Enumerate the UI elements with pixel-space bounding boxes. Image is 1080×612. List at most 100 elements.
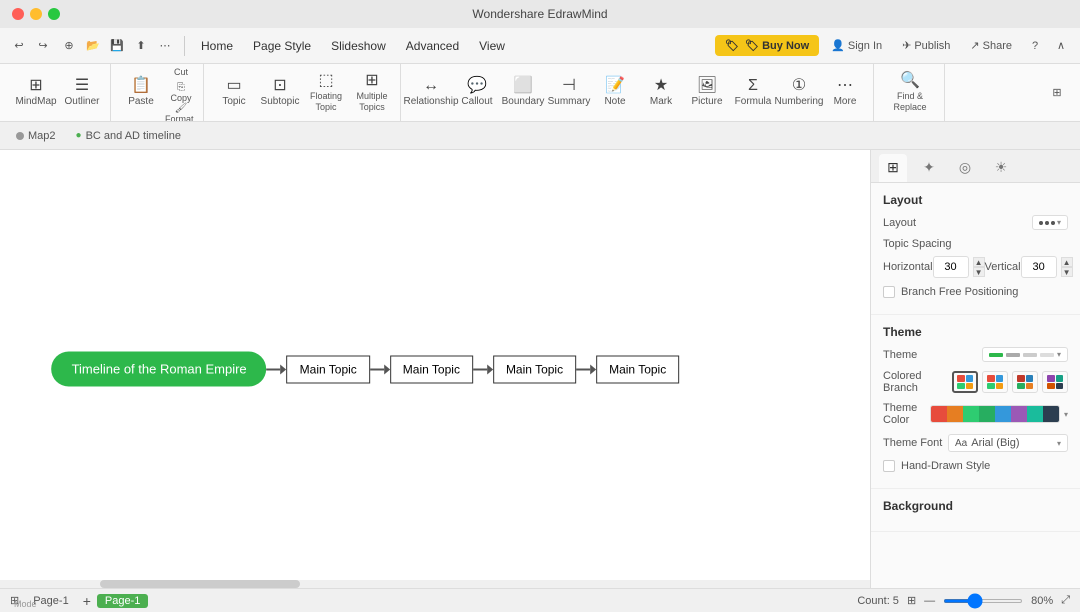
horizontal-down[interactable]: ▼ [973,267,985,277]
tab-dot-map2 [16,132,24,140]
note-button[interactable]: 📝 Note [593,68,637,118]
connector-1 [267,364,287,374]
horizontal-input[interactable] [933,256,969,278]
vertical-label: Vertical [985,261,1021,273]
new-button[interactable]: ⊕ [58,35,80,57]
vertical-up[interactable]: ▲ [1061,257,1073,267]
topic-node-1[interactable]: Main Topic [287,355,370,383]
expand-icon[interactable]: ⤢ [1061,594,1070,607]
panel-toggle-button[interactable]: ⊞ [1046,82,1068,104]
cb-option-4[interactable] [1042,371,1068,393]
theme-dot-gray2 [1023,353,1037,357]
format-painter-button[interactable]: 🖌 Format Painter [165,107,197,123]
spacing-row: Horizontal ▲ ▼ Vertical ▲ ▼ [883,256,1068,278]
layout-dots-control[interactable]: ▾ [1032,215,1068,230]
menu-slideshow[interactable]: Slideshow [323,35,394,57]
toolbar: ⊞ MindMap ☰ Outliner Mode 📋 Paste ✂ Cut … [0,64,1080,122]
open-button[interactable]: 📂 [82,35,104,57]
horizontal-up[interactable]: ▲ [973,257,985,267]
export-button[interactable]: ⬆ [130,35,152,57]
cb-option-3[interactable] [1012,371,1038,393]
save-button[interactable]: 💾 [106,35,128,57]
branch-free-row: Branch Free Positioning [883,286,1068,298]
numbering-button[interactable]: ① Numbering [777,68,821,118]
colored-branch-options [952,371,1068,393]
theme-dot-green [989,353,1003,357]
zoom-slider[interactable] [943,599,1023,603]
boundary-icon: ⬜ [513,78,533,94]
mode-group: ⊞ MindMap ☰ Outliner Mode [8,64,111,121]
menu-page-style[interactable]: Page Style [245,35,319,57]
vertical-down[interactable]: ▼ [1061,267,1073,277]
cut-button[interactable]: ✂ Cut [165,64,197,79]
tab-bc-ad[interactable]: ● BC and AD timeline [68,128,189,144]
panel-tab-theme[interactable]: ☀ [987,154,1015,182]
close-button[interactable] [12,8,24,20]
publish-button[interactable]: ✈ Publish [894,35,958,56]
expand-button[interactable]: ∧ [1050,35,1072,57]
vertical-input[interactable] [1021,256,1057,278]
panel-tab-layout[interactable]: ⊞ [879,154,907,182]
layout-label: Layout [883,217,916,229]
sign-in-button[interactable]: 👤 Sign In [823,35,890,56]
theme-color-strip[interactable] [930,405,1060,423]
summary-button[interactable]: ⊣ Summary [547,68,591,118]
share-button[interactable]: ↗ Share [962,35,1020,56]
find-icon: 🔍 [900,73,920,89]
copy-button[interactable]: ⎘ Copy [165,81,197,105]
canvas-scrollbar[interactable] [0,580,870,588]
relationship-icon: ↔ [423,78,439,94]
panel-tab-ai[interactable]: ✦ [915,154,943,182]
maximize-button[interactable] [48,8,60,20]
central-node[interactable]: Timeline of the Roman Empire [52,352,267,387]
floating-topic-button[interactable]: ⬚ FloatingTopic [304,68,348,118]
formula-button[interactable]: Σ Formula [731,68,775,118]
branch-free-checkbox[interactable] [883,286,895,298]
find-replace-button[interactable]: 🔍 Find &Replace [882,68,938,118]
page-active[interactable]: Page-1 [97,594,148,608]
background-section: Background [871,489,1080,532]
cb-option-1[interactable] [952,371,978,393]
tab-map2[interactable]: Map2 [8,128,64,144]
mark-button[interactable]: ★ Mark [639,68,683,118]
relationship-button[interactable]: ↔ Relationship [409,68,453,118]
hand-drawn-checkbox[interactable] [883,460,895,472]
buy-now-button[interactable]: 🏷 🏷 Buy Now [715,35,819,56]
font-icon: Aa [955,438,967,449]
color-orange [947,406,963,422]
menu-view[interactable]: View [471,35,513,57]
menu-home[interactable]: Home [193,35,241,57]
mindmap-button[interactable]: ⊞ MindMap [14,68,58,118]
subtopic-button[interactable]: ⊡ Subtopic [258,68,302,118]
menu-advanced[interactable]: Advanced [398,35,467,57]
redo-button[interactable]: ↪ [32,35,54,57]
callout-button[interactable]: 💬 Callout [455,68,499,118]
paste-button[interactable]: 📋 Paste [119,68,163,118]
multiple-topics-button[interactable]: ⊞ MultipleTopics [350,68,394,118]
scrollbar-thumb[interactable] [100,580,300,588]
canvas[interactable]: Timeline of the Roman Empire Main Topic … [0,150,870,588]
more-button[interactable]: ⋯ More [823,68,867,118]
hand-drawn-row: Hand-Drawn Style [883,460,1068,472]
picture-button[interactable]: 🖼 Picture [685,68,729,118]
topic-node-3[interactable]: Main Topic [493,355,576,383]
paste-icon: 📋 [131,78,151,94]
topic-node-4[interactable]: Main Topic [596,355,679,383]
add-page-button[interactable]: + [83,593,91,609]
outliner-button[interactable]: ☰ Outliner [60,68,104,118]
dropdown-arrow-color: ▾ [1064,410,1068,419]
cb-option-2[interactable] [982,371,1008,393]
topic-node-2[interactable]: Main Topic [390,355,473,383]
picture-icon: 🖼 [697,78,717,94]
panel-tab-style[interactable]: ◎ [951,154,979,182]
topic-button[interactable]: ▭ Topic [212,68,256,118]
help-button[interactable]: ? [1024,35,1046,57]
divider-1 [184,36,185,56]
main-area: Timeline of the Roman Empire Main Topic … [0,150,1080,588]
boundary-button[interactable]: ⬜ Boundary [501,68,545,118]
theme-preview-control[interactable]: ▾ [982,347,1068,362]
undo-button[interactable]: ↩ [8,35,30,57]
minimize-button[interactable] [30,8,42,20]
more-button[interactable]: ⋯ [154,35,176,57]
theme-font-select[interactable]: Aa Arial (Big) ▾ [948,434,1068,452]
